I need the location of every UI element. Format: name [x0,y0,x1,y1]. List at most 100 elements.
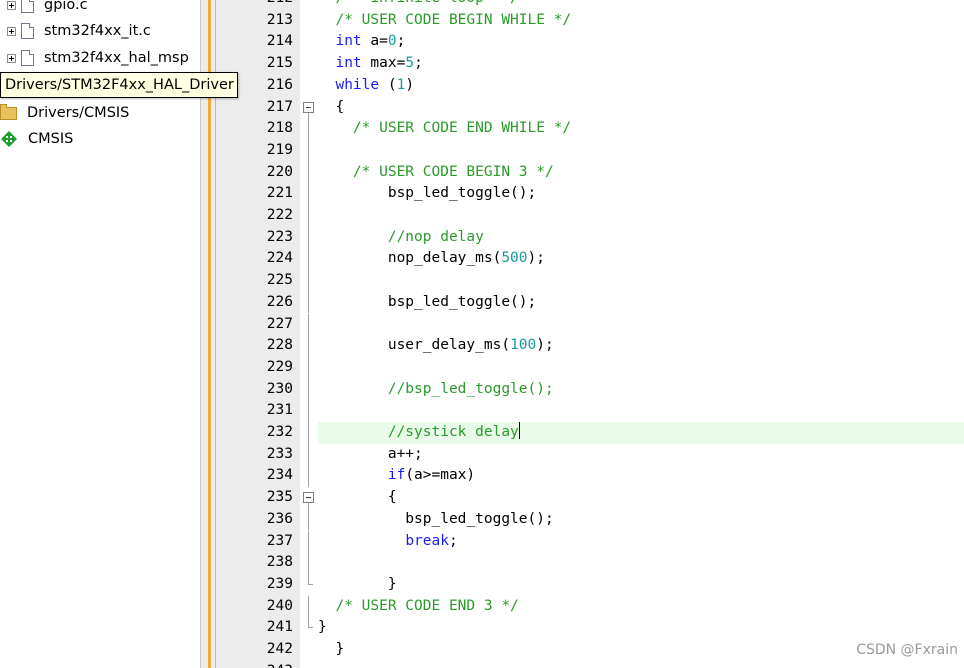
line-number: 212 [216,0,293,10]
fold-guide [300,161,316,184]
code-line[interactable]: /* USER CODE BEGIN WHILE */ [318,10,571,32]
fold-guide [300,595,316,618]
code-line[interactable]: } [318,639,344,661]
code-line[interactable]: /* infinite loop */ [318,0,518,10]
code-token: ); [527,250,545,267]
code-line[interactable]: //nop delay [318,227,484,249]
tree-tooltip: Drivers/STM32F4xx_HAL_Driver [0,72,238,98]
line-number: 237 [266,532,293,549]
code-token: bsp_led_toggle(); [318,510,554,527]
fold-guide [300,508,316,531]
line-number: 240 [266,597,293,614]
code-line[interactable]: //systick delay [318,422,520,444]
code-line[interactable]: { [318,97,344,119]
tree-item[interactable]: Drivers/CMSIS [0,101,129,125]
fold-guide [300,139,316,162]
project-tree-panel[interactable]: gpio.c stm32f4xx_it.c stm32f4xx_hal_msp Dri… [0,0,200,668]
fold-end-marker [300,617,316,639]
code-token: a= [361,33,388,50]
code-token: //bsp_led_toggle(); [318,380,554,397]
code-token: } [318,575,397,592]
line-number: 222 [266,207,293,223]
expand-icon[interactable] [7,26,16,36]
code-token: //nop delay [318,228,484,245]
line-number: 220 [266,163,293,180]
code-editor[interactable]: 212 /* infinite loop */ 213 /* USER CODE … [216,0,964,668]
code-token: 500 [501,250,528,267]
fold-guide [300,226,316,249]
line-number: 230 [266,380,293,397]
line-number: 234 [266,467,293,484]
fold-guide [300,443,316,466]
file-icon [21,23,34,39]
code-line[interactable]: int a=0; [318,31,405,53]
line-number: 233 [266,445,293,462]
expand-icon[interactable] [7,0,16,10]
code-token: if [387,467,406,484]
code-line[interactable]: a++; [318,444,423,466]
tree-item[interactable]: stm32f4xx_it.c [0,19,151,43]
code-token: (a>=max) [405,467,476,484]
fold-guide [300,378,316,401]
line-number: 238 [266,554,293,571]
fold-guide [300,356,316,379]
tree-item[interactable]: gpio.c [0,0,88,17]
code-line[interactable]: { [318,487,397,509]
cmsis-component-icon [1,131,17,147]
line-number: 227 [266,315,293,332]
tree-item[interactable]: CMSIS [0,127,73,151]
tree-item-label: gpio.c [44,0,88,13]
code-line[interactable]: /* USER CODE BEGIN 3 */ [318,162,554,184]
code-token: user_delay_ms( [318,337,511,354]
code-token: /* USER CODE END 3 */ [318,597,519,614]
code-line[interactable]: user_delay_ms(100); [318,335,554,357]
panel-splitter[interactable] [200,0,216,668]
code-line[interactable]: nop_delay_ms(500); [318,248,545,270]
code-token: /* infinite loop */ [318,0,518,6]
file-icon [21,0,34,13]
code-line[interactable]: /* USER CODE END WHILE */ [318,118,571,140]
code-token: int [335,55,362,72]
code-line[interactable]: while (1) [318,75,414,97]
fold-guide [300,248,316,271]
line-number: 223 [266,228,293,245]
tree-item-label: stm32f4xx_it.c [44,23,151,39]
code-token: //systick delay [318,424,519,440]
code-line[interactable]: } [318,574,397,596]
tree-item-label: Drivers/CMSIS [27,105,130,121]
code-token: a++; [318,445,423,462]
code-token: 5 [405,55,415,72]
code-line[interactable]: /* USER CODE END 3 */ [318,596,519,618]
line-number: 217 [266,98,293,115]
fold-guide [300,530,316,553]
line-number: 225 [266,272,293,289]
fold-collapse-icon[interactable] [300,487,316,510]
code-token: /* USER CODE BEGIN 3 */ [318,163,554,180]
watermark: CSDN @Fxrain [856,642,958,658]
code-line[interactable]: bsp_led_toggle(); [318,292,536,314]
code-line[interactable]: bsp_led_toggle(); [318,183,536,205]
line-number: 243 [216,661,293,668]
code-token: 100 [510,337,537,354]
code-token: 0 [387,33,397,50]
line-number: 232 [266,424,293,440]
fold-guide [300,205,316,227]
fold-guide [300,465,316,488]
line-number: 213 [266,11,293,28]
code-line[interactable]: //bsp_led_toggle(); [318,379,554,401]
tree-item[interactable]: stm32f4xx_hal_msp [0,46,189,70]
expand-icon[interactable] [7,53,16,63]
code-token: { [318,98,345,115]
fold-collapse-icon[interactable] [300,97,316,119]
code-line[interactable]: bsp_led_toggle(); [318,509,554,531]
code-line[interactable]: } [318,617,327,639]
code-line[interactable]: break; [318,531,457,553]
code-line[interactable]: if(a>=max) [318,465,475,487]
text-cursor [518,422,520,439]
fold-guide [300,118,316,140]
code-line[interactable]: int max=5; [318,53,422,75]
